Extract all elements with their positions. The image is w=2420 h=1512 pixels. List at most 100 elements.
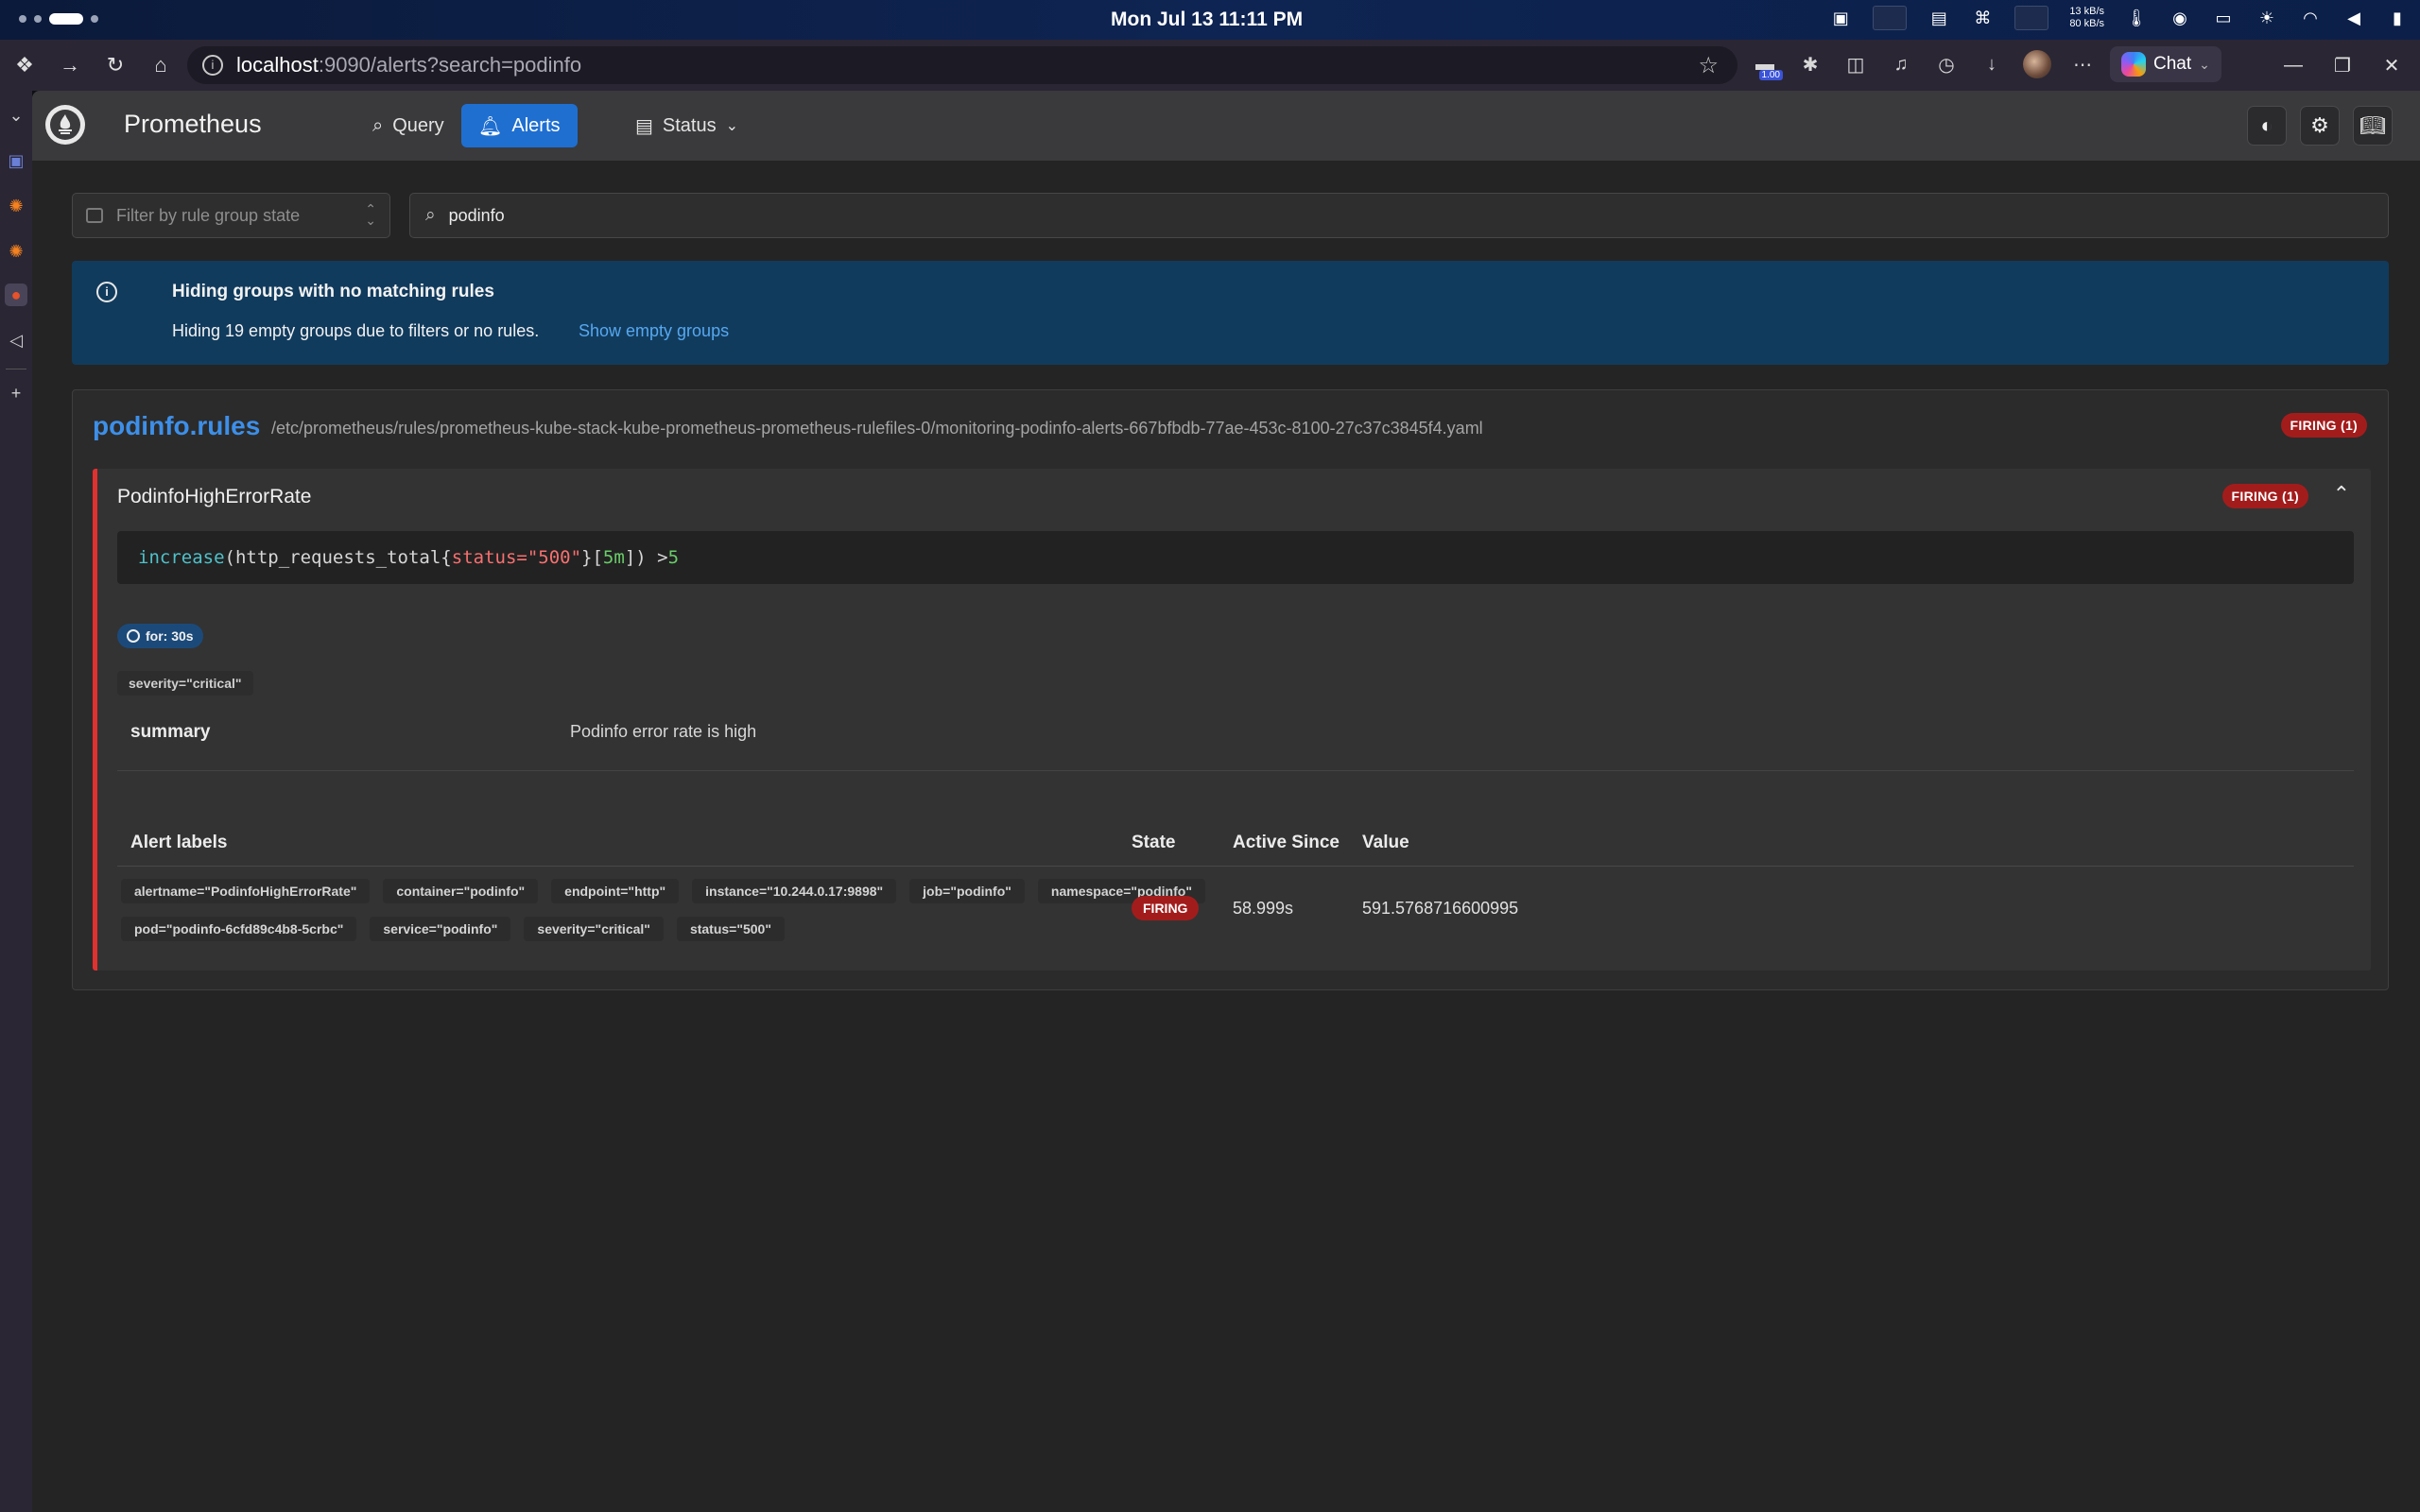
url-host: localhost bbox=[236, 53, 319, 77]
alert-label: instance="10.244.0.17:9898" bbox=[692, 879, 897, 903]
info-banner: i Hiding groups with no matching rules H… bbox=[72, 261, 2389, 365]
expr-label-value: "500" bbox=[527, 547, 582, 568]
tab-audio-icon[interactable]: ◁ bbox=[5, 329, 27, 352]
discord-icon[interactable]: ◉ bbox=[2169, 7, 2191, 29]
browser-toolbar: ❖ → ↻ ⌂ i localhost:9090/alerts?search=p… bbox=[0, 40, 2420, 91]
workspace-indicator[interactable] bbox=[19, 13, 98, 25]
net-down: 80 kB/s bbox=[2069, 18, 2104, 29]
annotation-value: Podinfo error rate is high bbox=[570, 722, 757, 741]
media-icon[interactable]: ♫ bbox=[1883, 46, 1919, 82]
alert-active-since: 58.999s bbox=[1233, 899, 1294, 918]
favorite-star-icon[interactable]: ☆ bbox=[1698, 52, 1719, 79]
chat-button[interactable]: Chat ⌄ bbox=[2110, 46, 2221, 82]
expr-threshold: 5 bbox=[667, 547, 680, 568]
server-icon: ▤ bbox=[635, 115, 653, 137]
expr-function: increase bbox=[138, 547, 225, 568]
top-navbar: Prometheus ⌕ Query 🔔︎ Alerts ▤ Status ⌄ … bbox=[32, 91, 2420, 161]
network-speed: 13 kB/s 80 kB/s bbox=[2069, 6, 2104, 30]
network-graph bbox=[2014, 6, 2049, 30]
header-active-since: Active Since bbox=[1233, 833, 1340, 852]
split-screen-icon[interactable]: ◫ bbox=[1838, 46, 1874, 82]
group-firing-badge: FIRING (1) bbox=[2280, 413, 2367, 438]
minimize-icon[interactable]: — bbox=[2274, 46, 2312, 84]
address-bar[interactable]: i localhost:9090/alerts?search=podinfo ☆ bbox=[187, 46, 1737, 84]
table-divider bbox=[117, 866, 2354, 867]
banner-message: Hiding 19 empty groups due to filters or… bbox=[172, 321, 540, 340]
rule-expression: increase(http_requests_total{status= "500… bbox=[117, 531, 2354, 584]
thermometer-icon[interactable]: 🌡 bbox=[2125, 7, 2148, 29]
url-path: :9090/alerts?search=podinfo bbox=[318, 53, 582, 77]
more-icon[interactable]: ⋯ bbox=[2065, 46, 2100, 82]
alert-label: endpoint="http" bbox=[551, 879, 680, 903]
chevron-updown-icon: ⌃ ⌄ bbox=[365, 201, 376, 228]
expr-label-key: status= bbox=[451, 547, 527, 568]
chat-label: Chat bbox=[2153, 54, 2192, 74]
workspaces-icon[interactable]: ❖ bbox=[6, 46, 43, 84]
close-icon[interactable]: ✕ bbox=[2373, 46, 2411, 84]
search-icon: ⌕ bbox=[372, 114, 384, 136]
nav-query-label: Query bbox=[392, 114, 444, 136]
header-value: Value bbox=[1362, 833, 1409, 852]
alert-state-badge: FIRING bbox=[1132, 896, 1200, 920]
tab-favicon-app[interactable]: ▣ bbox=[5, 149, 27, 172]
alert-label: container="podinfo" bbox=[383, 879, 539, 903]
nav-status[interactable]: ▤ Status ⌄ bbox=[618, 104, 755, 147]
network-icon[interactable]: ⌘ bbox=[1971, 7, 1994, 29]
memory-icon[interactable]: ▤ bbox=[1927, 7, 1950, 29]
cpu-graph bbox=[1873, 6, 1908, 30]
info-icon: i bbox=[96, 282, 117, 302]
alert-label: service="podinfo" bbox=[370, 917, 511, 941]
theme-toggle-icon[interactable]: ◐ bbox=[2247, 106, 2287, 146]
new-tab-icon[interactable]: + bbox=[5, 382, 27, 404]
clipboard-icon[interactable]: ▭ bbox=[2212, 7, 2235, 29]
brand-title[interactable]: Prometheus bbox=[124, 110, 262, 139]
restore-icon[interactable]: ❐ bbox=[2324, 46, 2361, 84]
battery-icon[interactable]: ▮ bbox=[2386, 7, 2409, 29]
alert-labels-list: alertname="PodinfoHighErrorRate" contain… bbox=[121, 879, 1208, 941]
nav-alerts[interactable]: 🔔︎ Alerts bbox=[461, 104, 578, 147]
alert-rule-name[interactable]: PodinfoHighErrorRate bbox=[117, 486, 311, 508]
show-empty-groups-link[interactable]: Show empty groups bbox=[579, 321, 729, 341]
bell-icon: 🔔︎ bbox=[478, 115, 503, 137]
brightness-icon[interactable]: ☀ bbox=[2256, 7, 2278, 29]
chevron-down-icon: ⌄ bbox=[725, 118, 739, 134]
expr-paren: ( bbox=[224, 547, 235, 568]
settings-gear-icon[interactable]: ⚙ bbox=[2300, 106, 2340, 146]
alert-label: alertname="PodinfoHighErrorRate" bbox=[121, 879, 371, 903]
header-state: State bbox=[1132, 833, 1176, 852]
extensions-icon[interactable]: ✱ bbox=[1792, 46, 1828, 82]
for-duration-badge: for: 30s bbox=[117, 624, 203, 648]
alert-label: job="podinfo" bbox=[909, 879, 1025, 903]
extension-badge-icon[interactable]: ▬ 1.00 bbox=[1747, 46, 1783, 82]
tab-favicon-grafana-1[interactable]: ✺ bbox=[5, 195, 27, 217]
filter-icon bbox=[86, 208, 103, 223]
prometheus-page: Prometheus ⌕ Query 🔔︎ Alerts ▤ Status ⌄ … bbox=[32, 91, 2420, 1512]
search-input[interactable]: ⌕ podinfo bbox=[409, 193, 2389, 238]
state-filter-placeholder: Filter by rule group state bbox=[116, 205, 301, 225]
collapse-tabs-icon[interactable]: ⌄ bbox=[5, 104, 27, 127]
rule-group-file-path: /etc/prometheus/rules/prometheus-kube-st… bbox=[271, 419, 1483, 438]
download-icon[interactable]: ↓ bbox=[1974, 46, 2010, 82]
vertical-tabs: ⌄ ▣ ✺ ✺ ● ◁ + bbox=[0, 91, 32, 1512]
forward-icon[interactable]: → bbox=[51, 46, 89, 84]
docs-book-icon[interactable]: 📖︎ bbox=[2353, 106, 2393, 146]
cpu-icon[interactable]: ▣ bbox=[1829, 7, 1852, 29]
reload-icon[interactable]: ↻ bbox=[96, 46, 134, 84]
home-icon[interactable]: ⌂ bbox=[142, 46, 180, 84]
site-info-icon[interactable]: i bbox=[202, 55, 223, 76]
nav-query[interactable]: ⌕ Query bbox=[355, 104, 461, 147]
tab-favicon-grafana-2[interactable]: ✺ bbox=[5, 240, 27, 263]
rule-group-state-filter[interactable]: Filter by rule group state ⌃ ⌄ bbox=[72, 193, 390, 238]
volume-icon[interactable]: ◀ bbox=[2342, 7, 2365, 29]
wifi-icon[interactable]: ◠ bbox=[2299, 7, 2322, 29]
menubar-clock[interactable]: Mon Jul 13 11:11 PM bbox=[1111, 9, 1303, 31]
prometheus-logo-icon[interactable] bbox=[45, 105, 85, 145]
net-up: 13 kB/s bbox=[2069, 6, 2104, 17]
alert-value: 591.5768716600995 bbox=[1362, 899, 1519, 918]
chevron-up-icon[interactable]: ⌃ bbox=[2333, 482, 2350, 507]
profile-avatar[interactable] bbox=[2019, 46, 2055, 82]
extension-badge: 1.00 bbox=[1758, 70, 1783, 80]
alert-label: status="500" bbox=[676, 917, 785, 941]
tab-favicon-prometheus[interactable]: ● bbox=[5, 284, 27, 306]
history-icon[interactable]: ◷ bbox=[1928, 46, 1964, 82]
